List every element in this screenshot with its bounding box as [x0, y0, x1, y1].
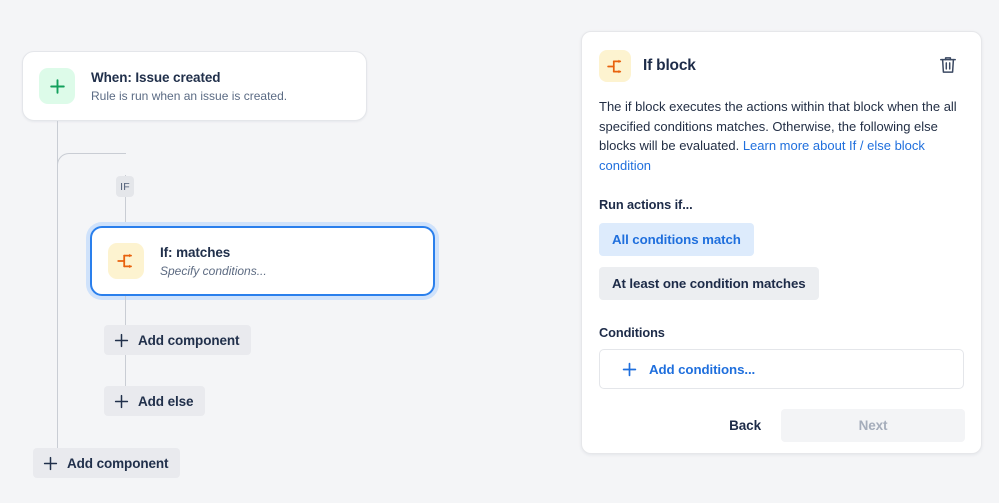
trigger-subtitle: Rule is run when an issue is created. — [91, 88, 288, 103]
delete-block-button[interactable] — [935, 52, 961, 81]
panel-title: If block — [643, 57, 696, 74]
option-at-least-one-condition-matches[interactable]: At least one condition matches — [599, 267, 819, 300]
plus-icon — [43, 456, 58, 471]
trash-icon — [937, 54, 959, 79]
panel-description: The if block executes the actions within… — [599, 97, 964, 175]
add-else-label: Add else — [138, 393, 194, 409]
plus-icon — [39, 68, 75, 104]
if-node-title: If: matches — [160, 244, 231, 260]
add-component-branch-label: Add component — [138, 332, 240, 348]
connector-if-to-add — [125, 296, 126, 326]
add-component-branch-button[interactable]: Add component — [104, 325, 252, 355]
option-all-conditions-match[interactable]: All conditions match — [599, 223, 754, 256]
trigger-node[interactable]: When: Issue created Rule is run when an … — [22, 51, 367, 121]
panel-header: If block — [582, 32, 981, 82]
if-block-details-panel: If block The if block executes the actio… — [581, 31, 982, 454]
connector-add-to-else — [125, 355, 126, 386]
back-button[interactable]: Back — [709, 409, 781, 442]
plus-icon — [114, 394, 129, 409]
add-else-button[interactable]: Add else — [104, 386, 206, 416]
if-branch-icon — [599, 50, 631, 82]
add-conditions-label: Add conditions... — [649, 361, 756, 377]
run-actions-label: Run actions if... — [599, 197, 693, 212]
next-button[interactable]: Next — [781, 408, 965, 442]
trigger-title: When: Issue created — [91, 69, 221, 85]
panel-footer: Back Next — [582, 397, 981, 453]
panel-body: The if block executes the actions within… — [582, 97, 981, 389]
plus-icon — [114, 333, 129, 348]
conditions-label: Conditions — [599, 325, 665, 340]
add-conditions-button[interactable]: Add conditions... — [599, 349, 964, 389]
if-branch-badge: IF — [116, 176, 134, 197]
if-node[interactable]: If: matches Specify conditions... — [90, 226, 435, 296]
if-node-subtitle: Specify conditions... — [160, 263, 267, 278]
rule-canvas: When: Issue created Rule is run when an … — [0, 0, 581, 503]
if-branch-icon — [108, 243, 144, 279]
add-component-root-label: Add component — [67, 455, 169, 471]
add-component-root-button[interactable]: Add component — [33, 448, 181, 478]
plus-icon — [622, 362, 637, 377]
